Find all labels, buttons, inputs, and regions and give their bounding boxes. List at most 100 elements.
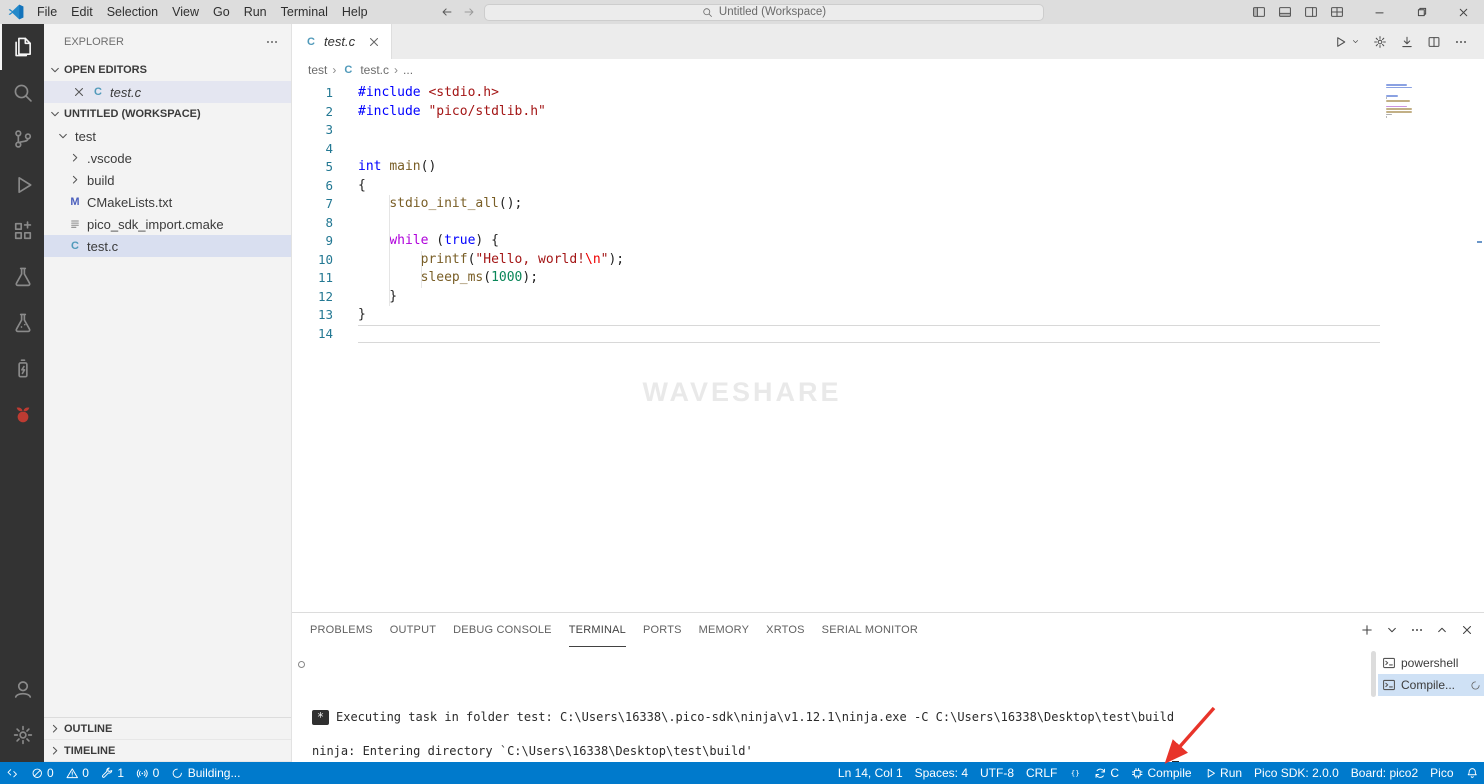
close-button[interactable]: [1442, 0, 1484, 24]
minimap-line: [1386, 95, 1398, 97]
panel-tab-memory[interactable]: MEMORY: [699, 613, 750, 647]
status-left: 0010Building...: [0, 762, 246, 784]
activity-pico-project[interactable]: [0, 346, 44, 392]
menu-selection[interactable]: Selection: [100, 5, 165, 19]
section-timeline[interactable]: TIMELINE: [44, 740, 291, 762]
running-tasks[interactable]: 1: [95, 762, 130, 784]
panel-tab-terminal[interactable]: TERMINAL: [569, 613, 626, 647]
activity-explorer[interactable]: [0, 24, 44, 70]
activity-search[interactable]: [0, 70, 44, 116]
problems-errors[interactable]: 0: [25, 762, 60, 784]
editor-more-actions[interactable]: [1454, 35, 1468, 49]
minimize-button[interactable]: [1358, 0, 1400, 24]
ports[interactable]: 0: [130, 762, 165, 784]
line-number: 12: [292, 288, 333, 307]
maximize-panel-icon[interactable]: [1435, 623, 1449, 637]
panel-tab-serial-monitor[interactable]: SERIAL MONITOR: [822, 613, 918, 647]
layout-grid-icon[interactable]: [1330, 5, 1344, 19]
pico-extension[interactable]: Pico: [1424, 762, 1459, 784]
activity-source-control[interactable]: [0, 116, 44, 162]
sync-icon: [1094, 767, 1107, 780]
new-terminal-button[interactable]: [1360, 623, 1374, 637]
workspace-header[interactable]: UNTITLED (WORKSPACE): [44, 103, 291, 125]
panel-tab-ports[interactable]: PORTS: [643, 613, 682, 647]
board[interactable]: Board: pico2: [1345, 762, 1424, 784]
menu-file[interactable]: File: [30, 5, 64, 19]
activity-raspberry-pi[interactable]: [0, 392, 44, 438]
build-status[interactable]: Building...: [165, 762, 246, 784]
problems-warnings[interactable]: 0: [60, 762, 95, 784]
indentation[interactable]: Spaces: 4: [909, 762, 974, 784]
tree-item-pico-sdk-import-cmake[interactable]: pico_sdk_import.cmake: [44, 213, 291, 235]
close-icon[interactable]: [72, 85, 86, 99]
activity-settings[interactable]: [0, 712, 44, 758]
close-panel-icon[interactable]: [1460, 623, 1474, 637]
activity-xrtos[interactable]: [0, 300, 44, 346]
cursor-position[interactable]: Ln 14, Col 1: [832, 762, 909, 784]
tree-item-test-c[interactable]: Ctest.c: [44, 235, 291, 257]
menu-run[interactable]: Run: [237, 5, 274, 19]
maximize-button[interactable]: [1400, 0, 1442, 24]
language-status[interactable]: {}: [1063, 762, 1088, 784]
panel-tab-debug-console[interactable]: DEBUG CONSOLE: [453, 613, 552, 647]
terminal[interactable]: *Executing task in folder test: C:\Users…: [292, 647, 1368, 762]
panel-tab-problems[interactable]: PROBLEMS: [310, 613, 373, 647]
tree-item-build[interactable]: build: [44, 169, 291, 191]
layout-sidebar-right-icon[interactable]: [1304, 5, 1318, 19]
spinner-icon: [171, 767, 184, 780]
terminal-cursor: [1172, 761, 1179, 762]
open-editors-header[interactable]: OPEN EDITORS: [44, 59, 291, 81]
flash-button[interactable]: [1400, 35, 1414, 49]
run-button[interactable]: [1333, 35, 1347, 49]
indent-guide: [421, 251, 422, 288]
chevron-right-icon: [48, 722, 62, 736]
layout-panel-icon[interactable]: [1278, 5, 1292, 19]
menu-terminal[interactable]: Terminal: [274, 5, 335, 19]
minimap[interactable]: [1386, 84, 1412, 122]
notifications[interactable]: [1460, 762, 1484, 784]
breadcrumb-item-[interactable]: ...: [403, 63, 413, 77]
pico-sdk-version[interactable]: Pico SDK: 2.0.0: [1248, 762, 1345, 784]
task-compile[interactable]: Compile...: [1378, 674, 1484, 696]
task-powershell[interactable]: powershell: [1378, 652, 1484, 674]
command-center[interactable]: Untitled (Workspace): [484, 4, 1044, 21]
tab-close-icon[interactable]: [367, 35, 381, 49]
nav-forward-icon[interactable]: [462, 5, 476, 19]
pico-run[interactable]: Run: [1198, 762, 1249, 784]
layout-sidebar-icon[interactable]: [1252, 5, 1266, 19]
activity-extensions[interactable]: [0, 208, 44, 254]
explorer-more-actions-icon[interactable]: [265, 35, 279, 49]
code-editor[interactable]: 1#include <stdio.h>2#include "pico/stdli…: [292, 81, 1484, 612]
tree-item-test[interactable]: test: [44, 125, 291, 147]
tree-item-vscode[interactable]: .vscode: [44, 147, 291, 169]
panel-tab-xrtos[interactable]: XRTOS: [766, 613, 805, 647]
menu-go[interactable]: Go: [206, 5, 237, 19]
status-right: Ln 14, Col 1Spaces: 4UTF-8CRLF{}CCompile…: [832, 762, 1484, 784]
tab-test-c[interactable]: C test.c: [292, 24, 392, 59]
terminal-scrollbar[interactable]: [1368, 647, 1378, 762]
section-outline[interactable]: OUTLINE: [44, 718, 291, 740]
breadcrumb-item-test[interactable]: test: [308, 63, 327, 77]
pico-compile[interactable]: Compile: [1125, 762, 1198, 784]
panel-tab-output[interactable]: OUTPUT: [390, 613, 436, 647]
activity-run-and-debug[interactable]: [0, 162, 44, 208]
chevron-right-icon: [68, 173, 82, 187]
terminal-dropdown-icon[interactable]: [1385, 623, 1399, 637]
breadcrumb-item-test-c[interactable]: test.c: [360, 63, 389, 77]
activity-testing[interactable]: [0, 254, 44, 300]
workspace-label: UNTITLED (WORKSPACE): [64, 108, 201, 120]
split-editor-button[interactable]: [1427, 35, 1441, 49]
tree-item-cmakelists-txt[interactable]: MCMakeLists.txt: [44, 191, 291, 213]
menu-view[interactable]: View: [165, 5, 206, 19]
menu-help[interactable]: Help: [335, 5, 375, 19]
eol[interactable]: CRLF: [1020, 762, 1063, 784]
remote-indicator[interactable]: [0, 762, 25, 784]
language-mode[interactable]: C: [1088, 762, 1125, 784]
menu-edit[interactable]: Edit: [64, 5, 100, 19]
configure-button[interactable]: [1373, 35, 1387, 49]
nav-back-icon[interactable]: [440, 5, 454, 19]
activity-accounts[interactable]: [0, 666, 44, 712]
open-editor-test-c[interactable]: Ctest.c: [44, 81, 291, 103]
encoding[interactable]: UTF-8: [974, 762, 1020, 784]
panel-more-actions[interactable]: [1410, 623, 1424, 637]
